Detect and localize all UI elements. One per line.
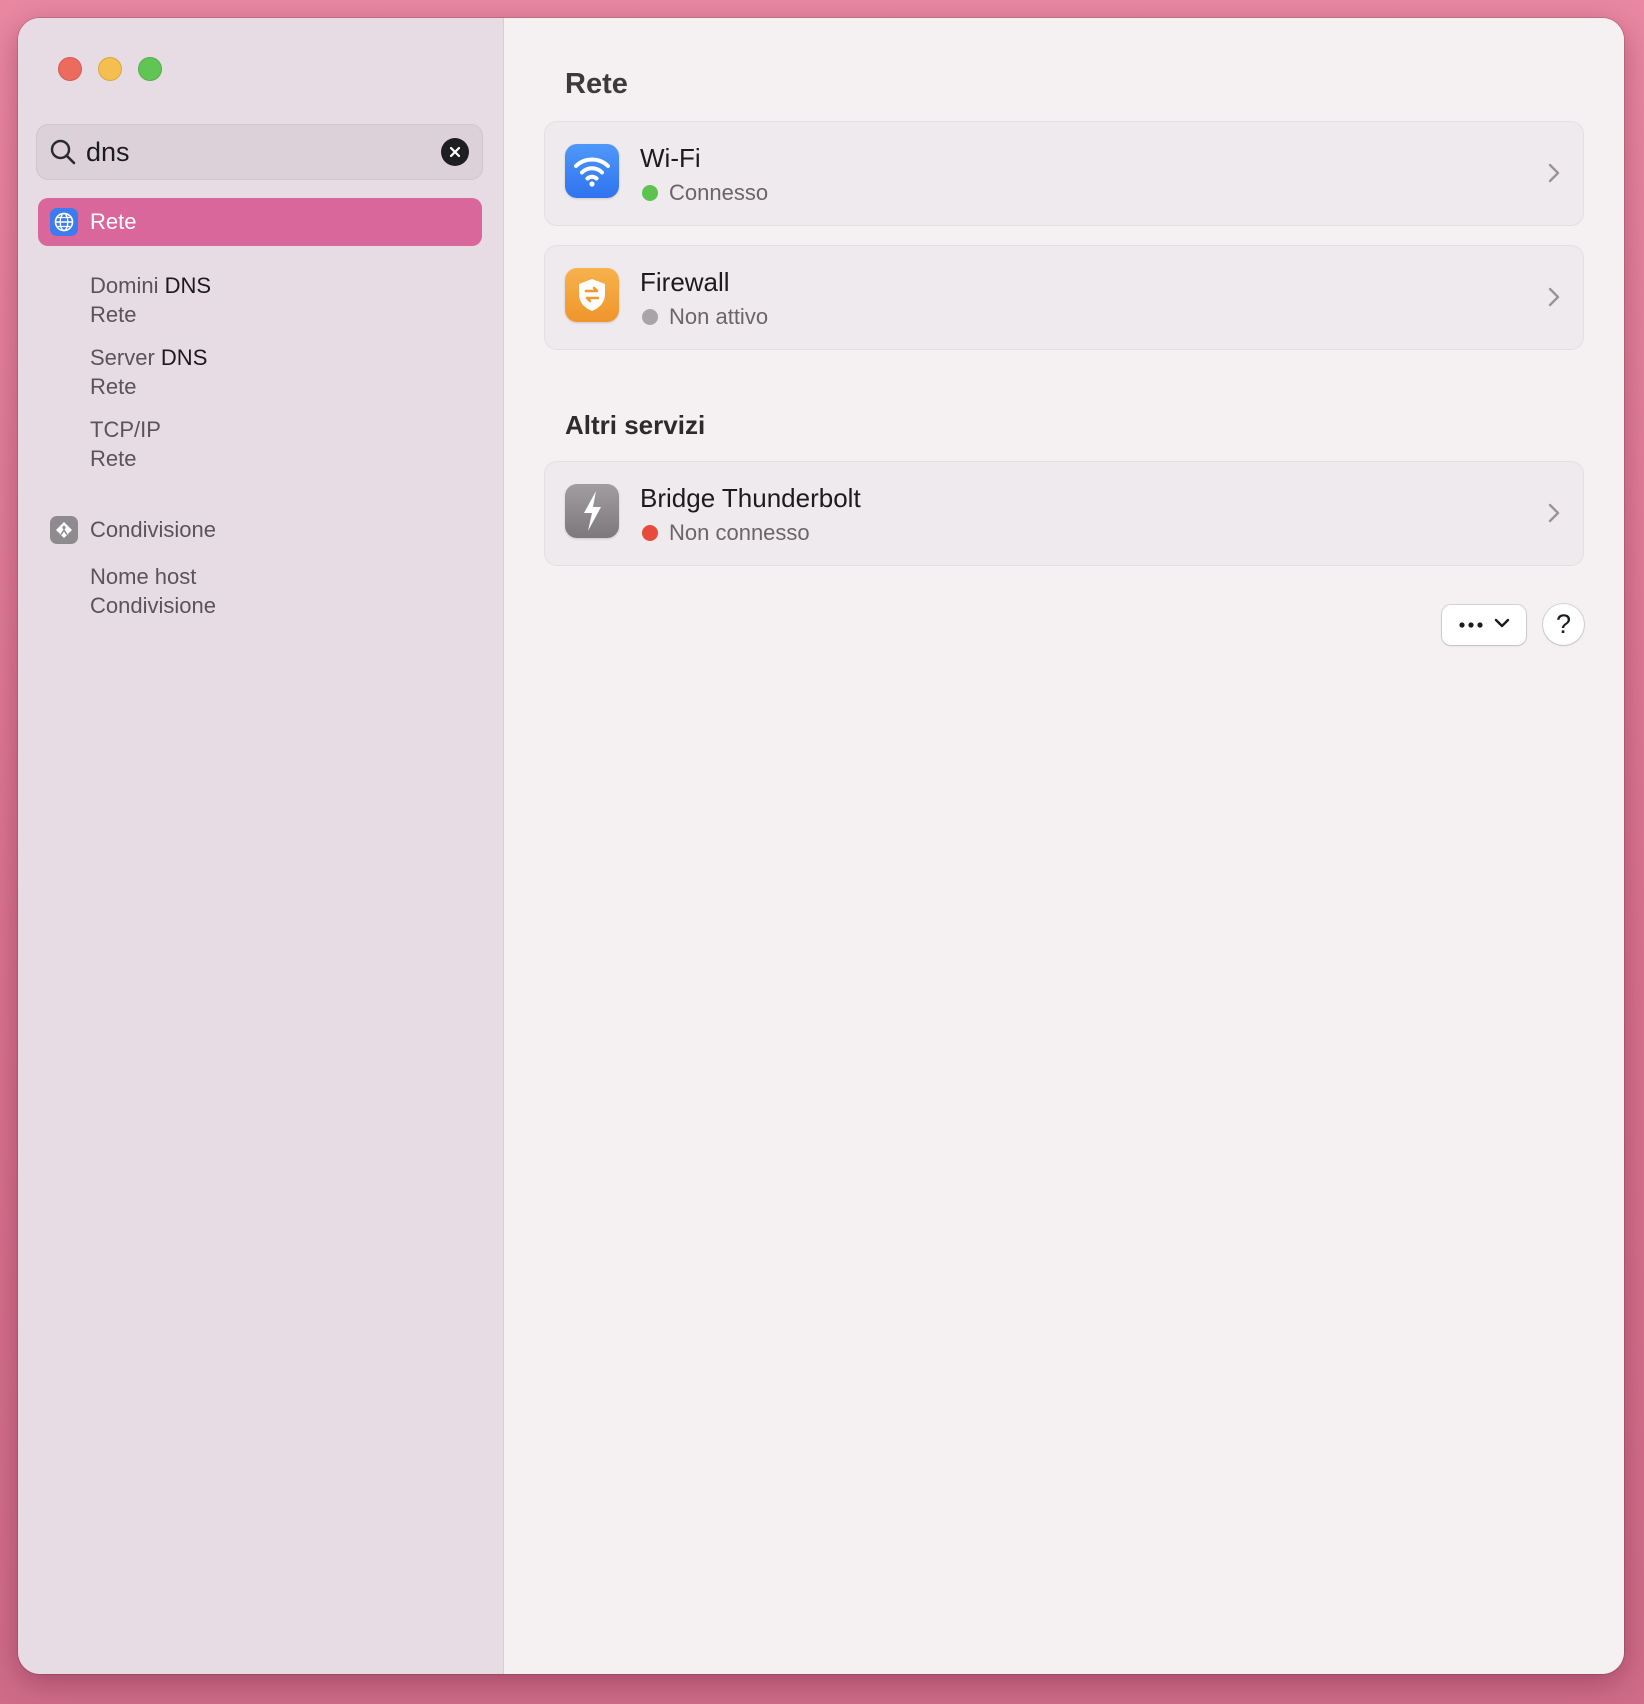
close-window-button[interactable]	[58, 57, 82, 81]
sharing-icon	[50, 516, 78, 544]
help-button[interactable]: ?	[1543, 604, 1584, 645]
search-result-nome-host[interactable]: Nome host Condivisione	[90, 562, 216, 620]
thunderbolt-icon	[565, 484, 619, 538]
search-icon	[48, 137, 78, 167]
search-input[interactable]	[86, 136, 426, 168]
ellipsis-icon	[1458, 616, 1484, 634]
result-subtitle: Rete	[90, 446, 137, 471]
search-result-domini-dns[interactable]: Domini DNS Rete	[90, 271, 211, 329]
main-content: Rete Wi-Fi Connesso Firewall Non attivo …	[504, 18, 1624, 1674]
window-controls	[58, 57, 162, 81]
chevron-right-icon	[1545, 160, 1563, 186]
service-name: Bridge Thunderbolt	[640, 483, 861, 513]
clear-icon[interactable]	[441, 138, 469, 166]
search-result-tcp-ip[interactable]: TCP/IP Rete	[90, 415, 161, 473]
globe-icon	[50, 208, 78, 236]
status-dot	[642, 525, 658, 541]
wifi-icon	[565, 144, 619, 198]
sidebar-item-label: Condivisione	[90, 517, 216, 542]
section-title-altri-servizi: Altri servizi	[565, 410, 706, 440]
status-text: Connesso	[669, 180, 769, 205]
result-title-prefix: Nome host	[90, 564, 197, 589]
more-actions-button[interactable]	[1442, 605, 1526, 645]
result-subtitle: Rete	[90, 302, 137, 327]
service-row-firewall[interactable]: Firewall Non attivo	[545, 246, 1583, 349]
service-name: Firewall	[640, 267, 730, 297]
service-row-wifi[interactable]: Wi-Fi Connesso	[545, 122, 1583, 225]
service-row-bridge-thunderbolt[interactable]: Bridge Thunderbolt Non connesso	[545, 462, 1583, 565]
page-title: Rete	[565, 68, 628, 100]
result-title-match: DNS	[164, 273, 212, 298]
zoom-window-button[interactable]	[138, 57, 162, 81]
result-subtitle: Rete	[90, 374, 137, 399]
chevron-down-icon	[1494, 616, 1510, 634]
settings-window: Rete Domini DNS Rete Server DNS Rete TCP…	[18, 18, 1624, 1674]
status-dot	[642, 309, 658, 325]
status-text: Non connesso	[669, 520, 810, 545]
result-title-prefix: TCP/IP	[90, 417, 161, 442]
result-title-match: DNS	[160, 345, 208, 370]
service-name: Wi-Fi	[640, 143, 701, 173]
service-status: Non connesso	[642, 520, 810, 546]
search-field[interactable]	[36, 124, 483, 180]
sidebar-item-condivisione[interactable]: Condivisione	[38, 508, 482, 552]
result-subtitle: Condivisione	[90, 593, 216, 618]
firewall-shield-icon	[565, 268, 619, 322]
result-title-prefix: Domini	[90, 273, 165, 298]
service-status: Non attivo	[642, 304, 768, 330]
sidebar-item-label: Rete	[90, 209, 137, 234]
sidebar: Rete Domini DNS Rete Server DNS Rete TCP…	[18, 18, 504, 1674]
search-result-server-dns[interactable]: Server DNS Rete	[90, 343, 207, 401]
chevron-right-icon	[1545, 284, 1563, 310]
minimize-window-button[interactable]	[98, 57, 122, 81]
result-title-prefix: Server	[90, 345, 161, 370]
service-status: Connesso	[642, 180, 768, 206]
sidebar-item-rete[interactable]: Rete	[38, 198, 482, 246]
status-dot	[642, 185, 658, 201]
chevron-right-icon	[1545, 500, 1563, 526]
status-text: Non attivo	[669, 304, 769, 329]
